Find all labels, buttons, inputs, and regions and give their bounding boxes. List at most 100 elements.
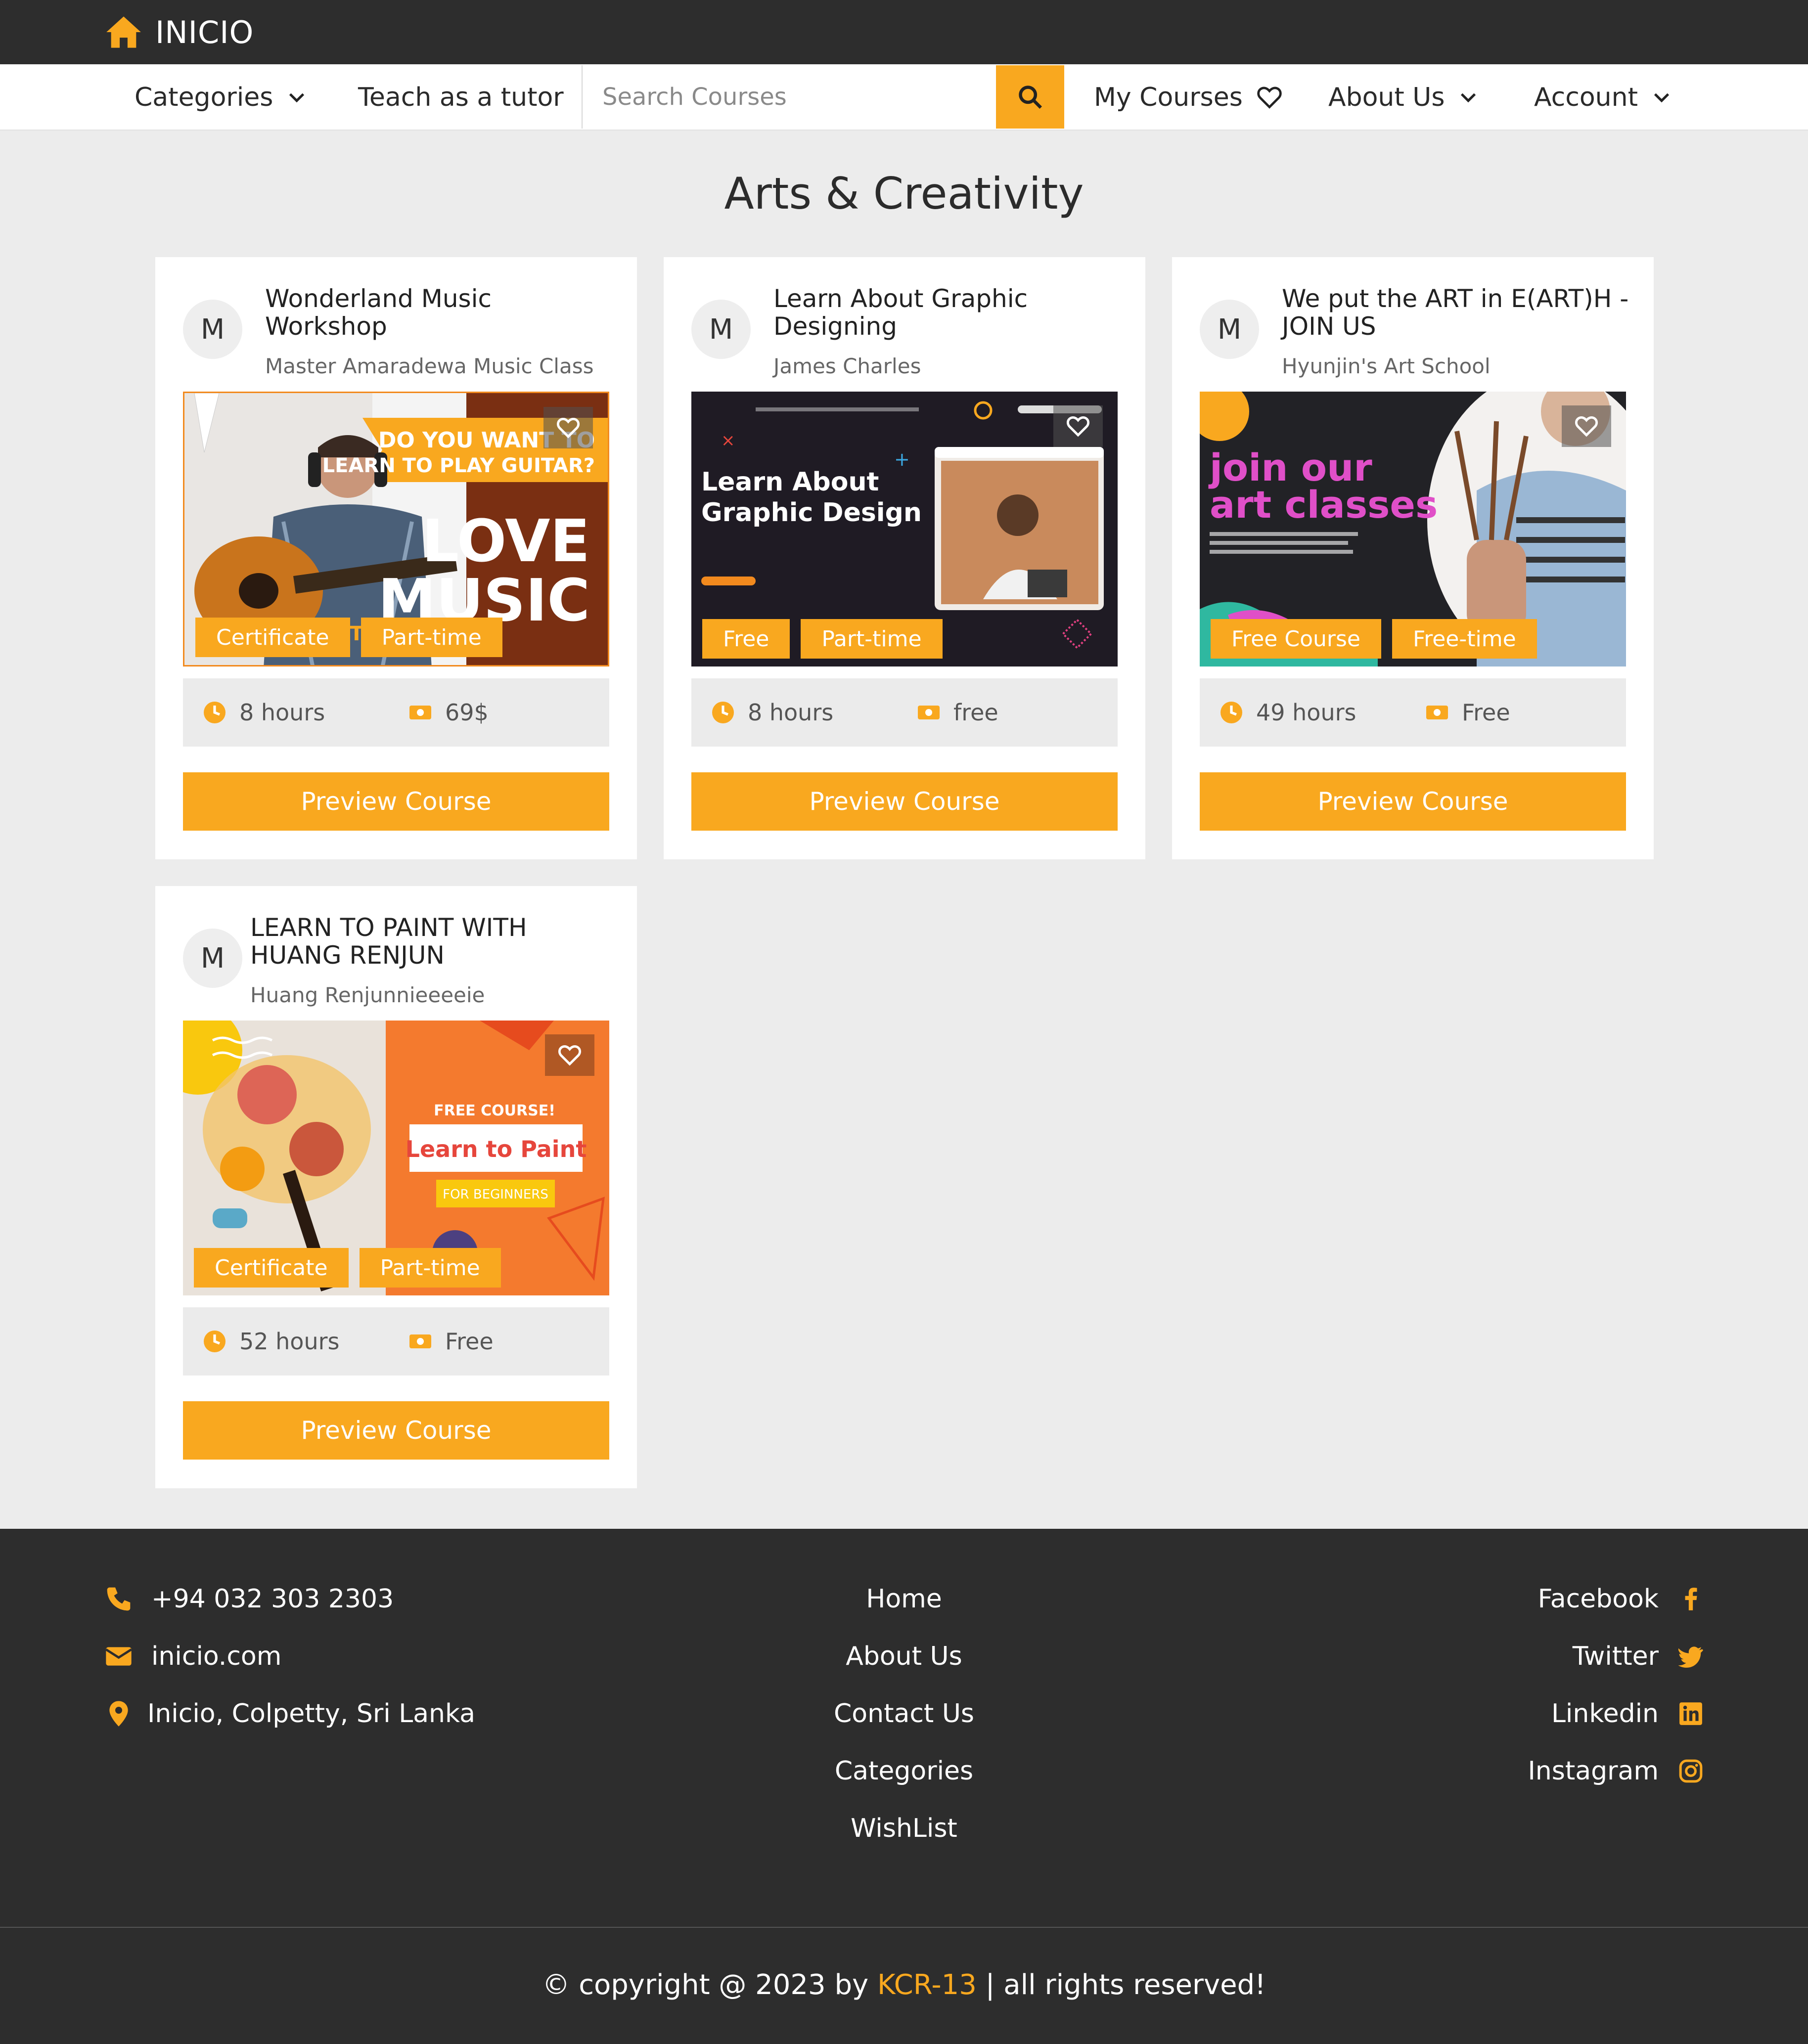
- footer-link-about[interactable]: About Us: [0, 1642, 1808, 1671]
- preview-course-button[interactable]: Preview Course: [183, 772, 609, 831]
- svg-text:Graphic Design: Graphic Design: [701, 498, 922, 528]
- heart-icon: [558, 1045, 582, 1066]
- search-icon: [1019, 86, 1042, 109]
- wishlist-button[interactable]: [1562, 405, 1611, 447]
- course-image[interactable]: FREE COURSE! Learn to Paint FOR BEGINNER…: [183, 1021, 609, 1295]
- course-stats: 8 hours 69$: [183, 678, 609, 747]
- course-image[interactable]: join our art classes Free Course Free-ti…: [1200, 392, 1626, 667]
- course-hours: 8 hours: [748, 699, 834, 726]
- wishlist-button[interactable]: [545, 1034, 594, 1076]
- preview-course-button[interactable]: Preview Course: [691, 772, 1118, 831]
- svg-text:LOVE: LOVE: [422, 507, 590, 575]
- copyright-suffix: | all rights reserved!: [985, 1969, 1266, 2001]
- svg-text:Learn to Paint: Learn to Paint: [406, 1136, 587, 1162]
- clock-icon: [1220, 702, 1242, 723]
- clock-icon: [204, 702, 226, 723]
- search-bar: [582, 65, 1064, 129]
- course-card: M We put the ART in E(ART)H - JOIN US Hy…: [1172, 257, 1654, 859]
- linkedin-icon: [1679, 1702, 1702, 1725]
- course-price: Free: [408, 1307, 494, 1376]
- course-author: James Charles: [773, 354, 921, 378]
- course-title[interactable]: We put the ART in E(ART)H - JOIN US: [1282, 285, 1634, 340]
- preview-course-button[interactable]: Preview Course: [1200, 772, 1626, 831]
- social-twitter-label: Twitter: [1572, 1642, 1659, 1671]
- nav-about-label: About Us: [1328, 83, 1445, 112]
- social-facebook[interactable]: Facebook: [1538, 1584, 1703, 1614]
- course-author: Master Amaradewa Music Class: [265, 354, 594, 378]
- nav-teach[interactable]: Teach as a tutor: [358, 64, 564, 131]
- footer-divider: [0, 1927, 1808, 1928]
- heart-icon: [1257, 87, 1282, 109]
- avatar: M: [1200, 300, 1259, 359]
- card-header: M Learn About Graphic Designing James Ch…: [691, 285, 1126, 384]
- nav-teach-label: Teach as a tutor: [358, 83, 564, 112]
- heart-icon: [1066, 416, 1090, 437]
- page-title: Arts & Creativity: [724, 168, 1084, 219]
- course-tag: Part-time: [801, 619, 943, 659]
- svg-text:×: ×: [721, 431, 735, 450]
- course-title[interactable]: Wonderland Music Workshop: [265, 285, 617, 340]
- course-card: M LEARN TO PAINT WITH HUANG RENJUN Huang…: [155, 886, 637, 1488]
- svg-text:FOR BEGINNERS: FOR BEGINNERS: [443, 1187, 548, 1202]
- course-price: Free: [1425, 678, 1510, 747]
- brand-logo[interactable]: INICIO: [105, 14, 254, 50]
- search-button[interactable]: [996, 65, 1064, 129]
- nav-about[interactable]: About Us: [1328, 64, 1478, 131]
- wishlist-button[interactable]: [543, 407, 593, 448]
- nav-my-courses[interactable]: My Courses: [1094, 64, 1282, 131]
- course-tag: Part-time: [361, 618, 502, 657]
- social-instagram[interactable]: Instagram: [1528, 1756, 1703, 1786]
- course-duration: 49 hours: [1220, 678, 1356, 747]
- twitter-icon: [1678, 1646, 1703, 1668]
- nav-categories[interactable]: Categories: [135, 64, 307, 131]
- svg-text:LEARN TO PLAY GUITAR?: LEARN TO PLAY GUITAR?: [322, 454, 595, 477]
- svg-text:FREE COURSE!: FREE COURSE!: [434, 1102, 555, 1119]
- footer-link-home[interactable]: Home: [0, 1584, 1808, 1614]
- course-image[interactable]: Learn About Graphic Design + × Free Part…: [691, 392, 1118, 667]
- course-price-value: Free: [445, 1328, 494, 1355]
- svg-text:+: +: [894, 448, 910, 470]
- course-hours: 49 hours: [1256, 699, 1356, 726]
- course-title[interactable]: LEARN TO PAINT WITH HUANG RENJUN: [250, 914, 617, 969]
- course-image[interactable]: DO YOU WANT TO LEARN TO PLAY GUITAR? LOV…: [183, 392, 609, 667]
- social-twitter[interactable]: Twitter: [1573, 1642, 1703, 1671]
- course-hours: 52 hours: [239, 1328, 340, 1355]
- course-card: M Wonderland Music Workshop Master Amara…: [155, 257, 637, 859]
- svg-text:art classes: art classes: [1210, 483, 1438, 527]
- course-tag: Free: [702, 619, 790, 659]
- copyright: © copyright @ 2023 by KCR-13 | all right…: [0, 1969, 1808, 2001]
- course-tag: Certificate: [195, 618, 350, 657]
- money-icon: [918, 706, 940, 719]
- course-tag: Part-time: [359, 1248, 501, 1288]
- avatar: M: [691, 300, 751, 359]
- course-title[interactable]: Learn About Graphic Designing: [773, 285, 1126, 340]
- preview-course-button[interactable]: Preview Course: [183, 1401, 609, 1460]
- course-duration: 52 hours: [203, 1307, 340, 1376]
- nav-account[interactable]: Account: [1534, 64, 1672, 131]
- footer-link-contact[interactable]: Contact Us: [0, 1699, 1808, 1729]
- home-icon: [106, 16, 141, 48]
- copyright-brand[interactable]: KCR-13: [877, 1969, 977, 2001]
- course-price: 69$: [408, 678, 489, 747]
- avatar: M: [183, 929, 242, 988]
- search-input[interactable]: [583, 65, 996, 129]
- svg-text:Learn About: Learn About: [701, 467, 879, 497]
- nav-my-courses-label: My Courses: [1094, 83, 1243, 112]
- course-duration: 8 hours: [203, 678, 325, 747]
- facebook-icon: [1685, 1588, 1697, 1610]
- footer-link-wishlist[interactable]: WishList: [0, 1814, 1808, 1843]
- wishlist-button[interactable]: [1053, 405, 1103, 447]
- course-tag: Certificate: [194, 1248, 349, 1288]
- chevron-down-icon: [289, 93, 305, 103]
- footer: +94 032 303 2303 inicio.com Inicio, Colp…: [0, 1529, 1808, 2044]
- course-price-value: 69$: [445, 699, 489, 726]
- course-author: Hyunjin's Art School: [1282, 354, 1491, 378]
- course-stats: 49 hours Free: [1200, 678, 1626, 747]
- course-stats: 52 hours Free: [183, 1307, 609, 1376]
- social-facebook-label: Facebook: [1537, 1584, 1659, 1614]
- course-tag: Free-time: [1392, 619, 1537, 659]
- social-linkedin[interactable]: Linkedin: [1551, 1699, 1703, 1729]
- card-header: M Wonderland Music Workshop Master Amara…: [183, 285, 617, 384]
- course-author: Huang Renjunnieeeeie: [250, 983, 485, 1007]
- money-icon: [409, 1334, 431, 1348]
